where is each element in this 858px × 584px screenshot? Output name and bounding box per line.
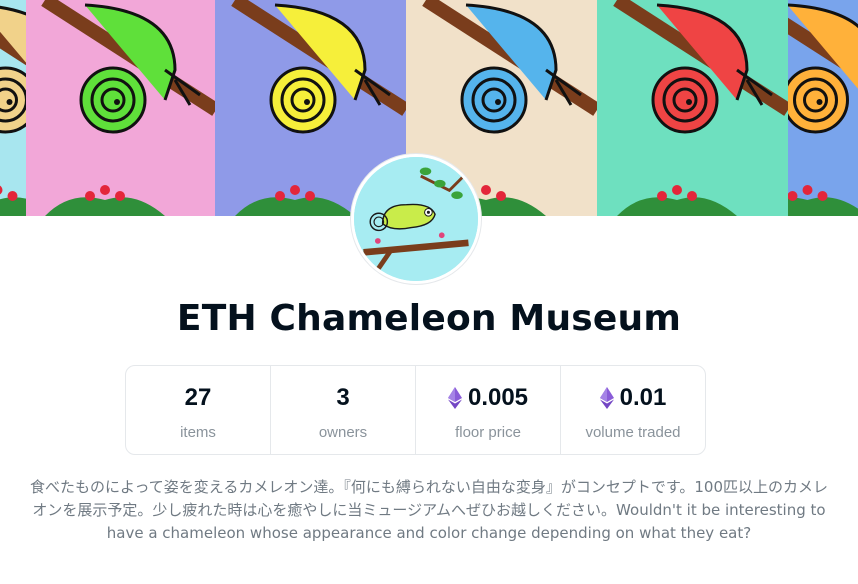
stat-volume-traded[interactable]: 0.01 volume traded — [561, 366, 705, 454]
banner-tile — [597, 0, 788, 216]
stat-value: 3 — [336, 384, 350, 411]
ethereum-icon — [599, 387, 614, 409]
stat-value: 0.01 — [561, 384, 705, 412]
ethereum-icon — [447, 387, 462, 409]
chameleon-art-icon — [597, 0, 788, 216]
chameleon-art-icon — [26, 0, 215, 216]
collection-avatar[interactable] — [351, 154, 481, 284]
stat-value: 0.005 — [416, 384, 560, 412]
banner-tile — [0, 0, 26, 216]
stat-label: volume traded — [585, 424, 681, 441]
banner-tile — [26, 0, 215, 216]
chameleon-art-icon — [788, 0, 858, 216]
collection-title: ETH Chameleon Museum — [176, 298, 682, 339]
collection-description: 食べたものによって姿を変えるカメレオン達。『何にも縛られない自由な変身』がコンセ… — [30, 478, 828, 542]
stat-value: 27 — [184, 384, 212, 411]
stat-label: items — [180, 424, 216, 441]
stat-label: floor price — [455, 424, 521, 441]
stat-label: owners — [318, 424, 368, 441]
stat-floor-price[interactable]: 0.005 floor price — [416, 366, 561, 454]
stat-owners[interactable]: 3 owners — [271, 366, 416, 454]
chameleon-art-icon — [0, 0, 26, 216]
chameleon-avatar-icon — [354, 157, 478, 281]
banner-tile — [788, 0, 858, 216]
stat-items[interactable]: 27 items — [126, 366, 271, 454]
collection-stats: 27 items 3 owners 0.005 floor price 0.01… — [125, 365, 706, 455]
